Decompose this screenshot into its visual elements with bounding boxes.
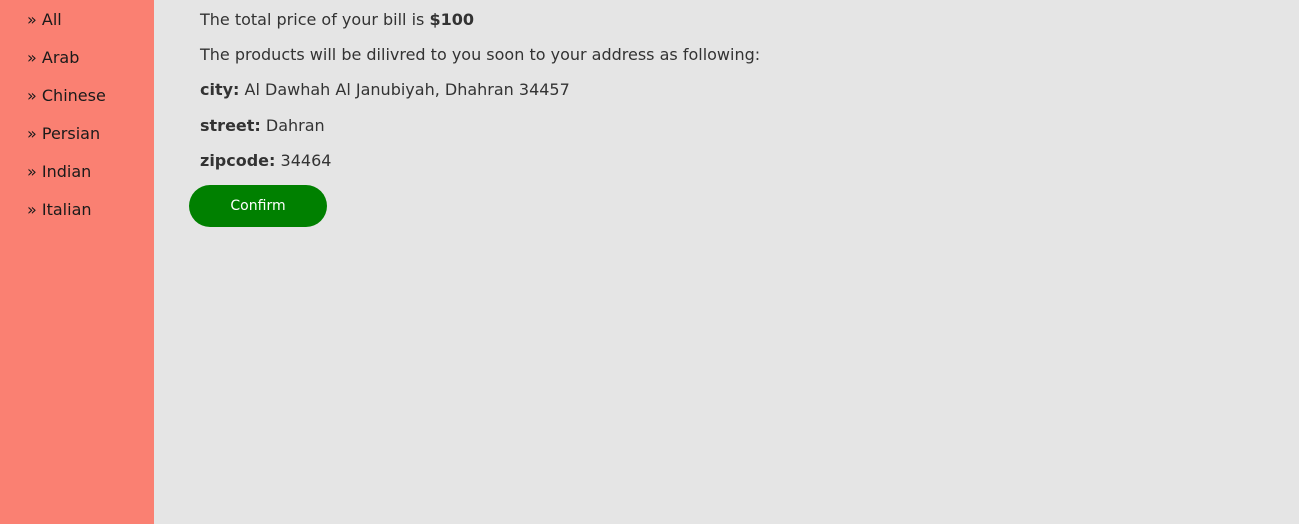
sidebar-item-all[interactable]: » All — [27, 10, 62, 29]
sidebar-item-italian[interactable]: » Italian — [27, 200, 92, 219]
sidebar-item-persian[interactable]: » Persian — [27, 124, 100, 143]
street-line: street: Dahran — [200, 116, 325, 135]
confirm-button[interactable]: Confirm — [189, 185, 327, 227]
sidebar: » All » Arab » Chinese » Persian » India… — [0, 0, 154, 524]
sidebar-item-arab[interactable]: » Arab — [27, 48, 79, 67]
bill-text: The total price of your bill is — [200, 10, 430, 29]
street-label: street: — [200, 116, 261, 135]
sidebar-item-indian[interactable]: » Indian — [27, 162, 91, 181]
street-value: Dahran — [265, 116, 325, 135]
city-line: city: Al Dawhah Al Janubiyah, Dhahran 34… — [200, 80, 570, 99]
bill-total: The total price of your bill is $100 — [200, 10, 474, 29]
city-value: Al Dawhah Al Janubiyah, Dhahran 34457 — [244, 80, 570, 99]
zipcode-line: zipcode: 34464 — [200, 151, 331, 170]
zipcode-value: 34464 — [280, 151, 332, 170]
zipcode-label: zipcode: — [200, 151, 276, 170]
sidebar-item-chinese[interactable]: » Chinese — [27, 86, 106, 105]
delivery-text: The products will be dilivred to you soo… — [200, 45, 761, 64]
bill-amount: $100 — [429, 10, 474, 29]
city-label: city: — [200, 80, 240, 99]
